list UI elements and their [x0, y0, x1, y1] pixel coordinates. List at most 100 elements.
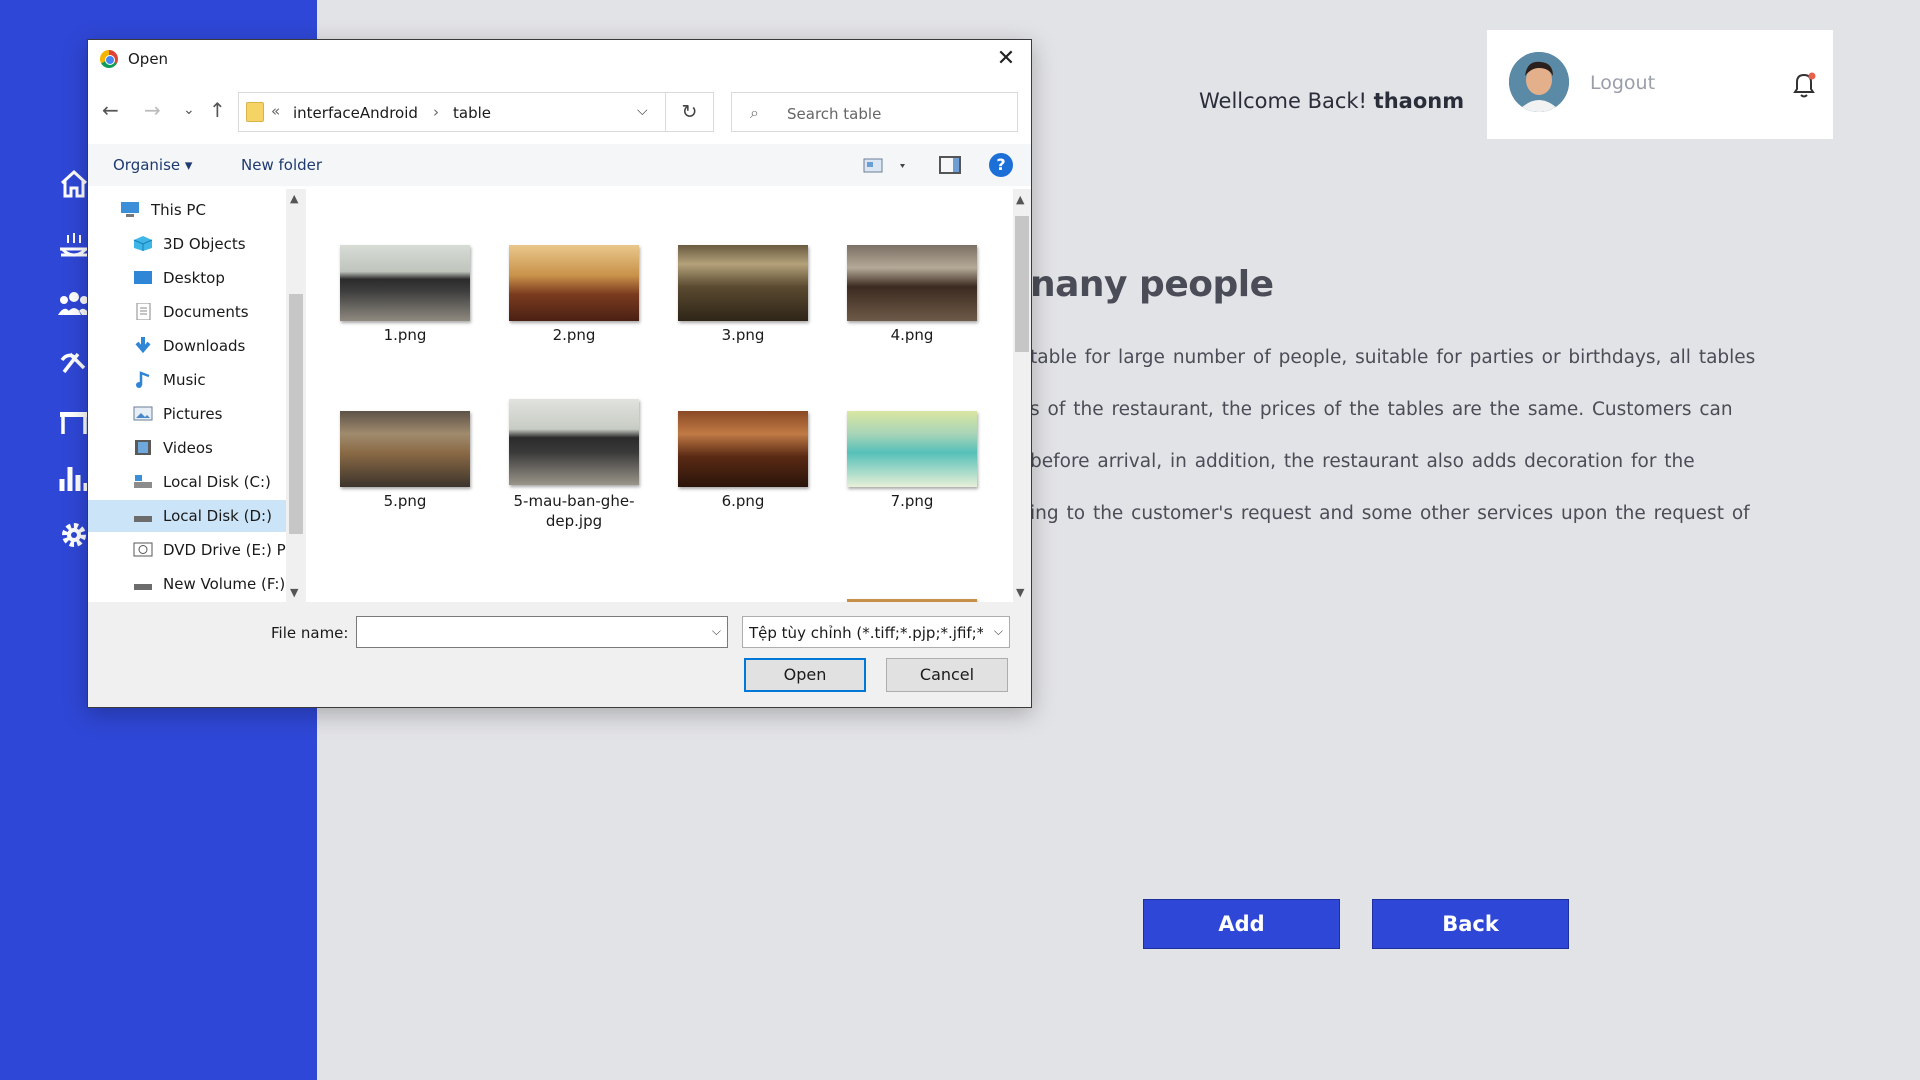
folder-icon [246, 102, 264, 122]
scroll-down-icon[interactable]: ▼ [290, 586, 298, 599]
address-bar[interactable]: « interfaceAndroid › table ⌵ ↻ [238, 92, 714, 132]
tree-item-dvd-drive-e[interactable]: DVD Drive (E:) PF [88, 534, 292, 566]
file-name-line: 5-mau-ban-ghe- [513, 492, 635, 510]
view-options-button[interactable] [863, 157, 909, 175]
forward-arrow-icon[interactable]: → [144, 98, 161, 122]
cancel-button[interactable]: Cancel [886, 658, 1008, 692]
tree-item-label: Downloads [163, 337, 246, 355]
breadcrumb-overflow[interactable]: « [271, 102, 280, 120]
settings-icon[interactable] [58, 519, 90, 551]
search-input[interactable]: ⌕ Search table [731, 92, 1018, 132]
staff-icon[interactable] [58, 346, 90, 378]
tree-item-new-volume-f[interactable]: New Volume (F:) [88, 568, 292, 600]
breadcrumb-table[interactable]: table [453, 104, 491, 122]
logout-link[interactable]: Logout [1590, 72, 1655, 94]
3d-objects-icon [133, 236, 153, 251]
avatar[interactable] [1509, 52, 1569, 112]
tree-item-3d-objects[interactable]: 3D Objects [88, 228, 292, 260]
file-name: 1.png [383, 326, 427, 344]
chevron-down-icon[interactable]: ⌵ [712, 624, 721, 639]
file-thumbnail [678, 245, 808, 321]
recent-locations-icon[interactable]: ⌄ [183, 102, 195, 118]
food-icon[interactable] [58, 229, 90, 261]
breadcrumb-interfaceandroid[interactable]: interfaceAndroid [293, 104, 418, 122]
nav-scrollbar[interactable]: ▲ ▼ [286, 189, 306, 602]
file-item[interactable]: 1.png [328, 245, 478, 385]
file-item[interactable]: 3.png [666, 245, 816, 385]
table-icon[interactable] [58, 404, 90, 436]
users-icon[interactable] [58, 287, 90, 319]
file-name: 6.png [721, 492, 765, 510]
bell-icon[interactable] [1790, 70, 1818, 100]
file-thumbnail [340, 245, 470, 321]
back-button[interactable]: Back [1372, 899, 1569, 949]
scroll-down-icon[interactable]: ▼ [1016, 586, 1024, 599]
file-name-input[interactable]: ⌵ [356, 616, 728, 648]
file-type-value: Tệp tùy chỉnh (*.tiff;*.pjp;*.jfif;* [749, 624, 983, 642]
tree-item-desktop[interactable]: Desktop [88, 262, 292, 294]
welcome-prefix: Wellcome Back! [1199, 89, 1367, 113]
file-item[interactable]: 4.png [835, 245, 985, 385]
dialog-titlebar[interactable]: Open ✕ [88, 40, 1031, 76]
file-name: 4.png [890, 326, 934, 344]
file-item[interactable]: 6.png [666, 411, 816, 551]
preview-pane-button[interactable] [939, 156, 961, 174]
documents-icon [136, 303, 151, 320]
tree-item-music[interactable]: Music [88, 364, 292, 396]
file-thumbnail [847, 411, 977, 487]
file-item[interactable]: 7.png [835, 411, 985, 551]
scroll-up-icon[interactable]: ▲ [290, 192, 298, 205]
stats-icon[interactable] [58, 461, 90, 493]
file-type-select[interactable]: Tệp tùy chỉnh (*.tiff;*.pjp;*.jfif;* ⌵ [742, 616, 1010, 648]
file-scrollbar[interactable]: ▲ ▼ [1013, 189, 1031, 602]
file-item[interactable]: 2.png [497, 245, 647, 385]
page-heading: nany people [1030, 264, 1274, 305]
tree-item-label: This PC [151, 201, 206, 219]
tree-item-label: Documents [163, 303, 249, 321]
organise-menu[interactable]: Organise ▾ [113, 156, 192, 174]
up-arrow-icon[interactable]: ↑ [209, 98, 226, 122]
add-button[interactable]: Add [1143, 899, 1340, 949]
back-arrow-icon[interactable]: ← [102, 98, 119, 122]
tree-item-label: Videos [163, 439, 213, 457]
tree-item-videos[interactable]: Videos [88, 432, 292, 464]
nav-scroll-thumb[interactable] [289, 294, 303, 534]
home-icon[interactable] [58, 168, 90, 200]
new-folder-button[interactable]: New folder [241, 156, 322, 174]
file-name-line: dep.jpg [545, 512, 603, 530]
file-scroll-thumb[interactable] [1015, 216, 1029, 352]
help-icon[interactable]: ? [989, 153, 1013, 177]
tree-item-pictures[interactable]: Pictures [88, 398, 292, 430]
pictures-icon [133, 406, 153, 421]
open-button[interactable]: Open [744, 658, 866, 692]
file-item[interactable]: 5-mau-ban-ghe- dep.jpg [497, 399, 647, 539]
file-name: 5-mau-ban-ghe- dep.jpg [497, 491, 651, 531]
tree-item-downloads[interactable]: Downloads [88, 330, 292, 362]
tree-item-label: 3D Objects [163, 235, 246, 253]
tree-item-local-disk-d[interactable]: Local Disk (D:) [88, 500, 292, 532]
tree-item-documents[interactable]: Documents [88, 296, 292, 328]
chevron-right-icon[interactable]: › [433, 103, 439, 121]
chevron-down-icon[interactable]: ⌵ [637, 103, 648, 119]
username: thaonm [1373, 89, 1465, 113]
tree-item-label: DVD Drive (E:) PF [163, 541, 292, 559]
tree-item-label: New Volume (F:) [163, 575, 286, 593]
tree-item-local-disk-c[interactable]: Local Disk (C:) [88, 466, 292, 498]
drive-icon [134, 516, 152, 522]
tree-item-label: Local Disk (C:) [163, 473, 271, 491]
tree-item-label: Music [163, 371, 206, 389]
file-thumbnail [509, 399, 639, 485]
refresh-button[interactable]: ↻ [665, 93, 713, 131]
chevron-down-icon[interactable]: ⌵ [994, 624, 1003, 639]
profile-card: Logout [1487, 30, 1833, 139]
scroll-up-icon[interactable]: ▲ [1016, 193, 1024, 206]
drive-icon [134, 475, 152, 488]
open-file-dialog: Open ✕ ← → ⌄ ↑ « interfaceAndroid › tabl… [87, 39, 1032, 708]
tree-item-this-pc[interactable]: This PC [88, 194, 292, 226]
dialog-footer: File name: ⌵ Tệp tùy chỉnh (*.tiff;*.pjp… [88, 602, 1031, 707]
tree-item-label: Pictures [163, 405, 223, 423]
file-name: 3.png [721, 326, 765, 344]
close-button[interactable]: ✕ [993, 46, 1019, 72]
file-item[interactable]: 5.png [328, 411, 478, 551]
description-line: ing to the customer's request and some o… [1030, 503, 1750, 524]
